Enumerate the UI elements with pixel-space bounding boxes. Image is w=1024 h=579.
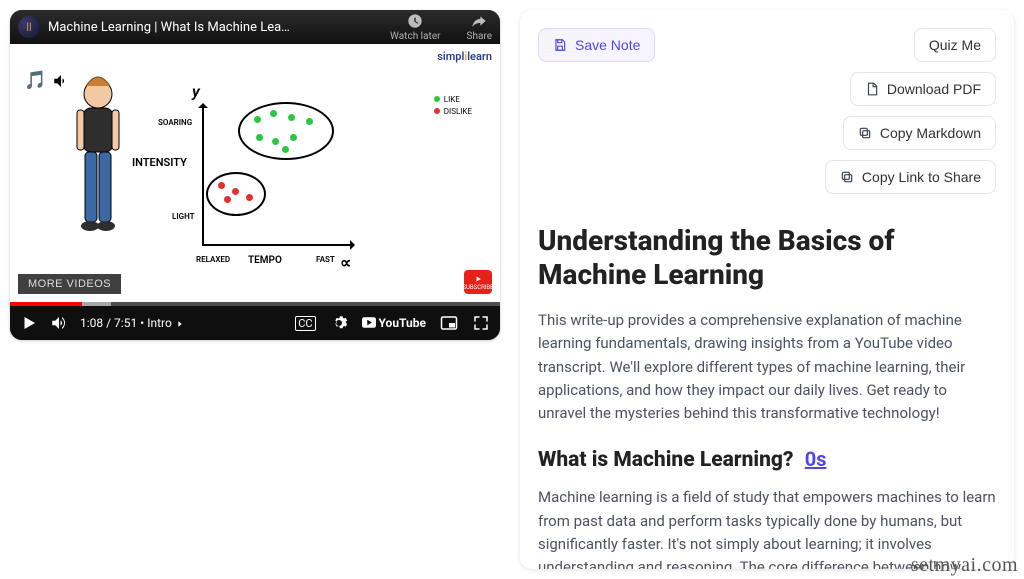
- person-illustration: [68, 74, 128, 264]
- save-icon: [553, 38, 567, 52]
- copy-icon: [858, 126, 872, 140]
- video-player: || Machine Learning | What Is Machine Le…: [10, 10, 500, 340]
- fullscreen-icon[interactable]: [472, 314, 490, 332]
- share-label: Share: [467, 31, 492, 42]
- section-heading: What is Machine Learning? 0s: [538, 447, 996, 472]
- x-sym: ∝: [340, 253, 351, 272]
- gear-icon[interactable]: [330, 314, 348, 332]
- article-lead: This write-up provides a comprehensive e…: [538, 309, 996, 425]
- chevron-right-icon: [175, 319, 185, 329]
- article-title: Understanding the Basics of Machine Lear…: [538, 224, 996, 291]
- legend-dislike: DISLIKE: [444, 107, 472, 116]
- music-icon: 🎵: [24, 70, 70, 91]
- y-tick-mid: INTENSITY: [132, 156, 187, 169]
- youtube-logo[interactable]: YouTube: [362, 316, 426, 330]
- legend-like: LIKE: [444, 95, 460, 104]
- watermark: setmyai.com: [911, 554, 1018, 577]
- more-videos-button[interactable]: MORE VIDEOS: [18, 274, 121, 294]
- save-note-button[interactable]: Save Note: [538, 28, 655, 62]
- plot-legend: LIKE DISLIKE: [434, 94, 472, 118]
- volume-icon[interactable]: [50, 314, 68, 332]
- brand-logo: simplilearn: [437, 50, 492, 63]
- watch-later-label: Watch later: [390, 31, 440, 42]
- notes-panel: Save Note Quiz Me Download PDF Copy Mark…: [520, 10, 1014, 569]
- time-display: 1:08 / 7:51 • Intro: [80, 316, 185, 330]
- copy-link-button[interactable]: Copy Link to Share: [825, 160, 996, 194]
- quiz-me-button[interactable]: Quiz Me: [914, 28, 996, 62]
- y-tick-low: LIGHT: [172, 212, 195, 221]
- video-title: Machine Learning | What Is Machine Lea…: [48, 20, 390, 35]
- captions-button[interactable]: CC: [295, 316, 315, 331]
- channel-avatar[interactable]: ||: [18, 16, 40, 38]
- timestamp-link[interactable]: 0s: [805, 447, 827, 471]
- x-tick-low: RELAXED: [196, 255, 230, 264]
- progress-bar[interactable]: [10, 302, 500, 306]
- miniplayer-icon[interactable]: [440, 314, 458, 332]
- share-button[interactable]: Share: [467, 13, 492, 42]
- video-controls: 1:08 / 7:51 • Intro CC YouTube: [10, 306, 500, 340]
- video-frame[interactable]: simplilearn 🎵 y SOARING I: [10, 44, 500, 302]
- subscribe-label: SUBSCRIBE: [462, 284, 493, 291]
- watch-later-button[interactable]: Watch later: [390, 13, 440, 42]
- file-icon: [865, 82, 879, 96]
- x-axis-label: TEMPO: [248, 255, 282, 266]
- video-header: || Machine Learning | What Is Machine Le…: [10, 10, 500, 44]
- y-tick-high: SOARING: [158, 118, 192, 127]
- copy-icon: [840, 170, 854, 184]
- copy-markdown-button[interactable]: Copy Markdown: [843, 116, 996, 150]
- x-tick-high: FAST: [316, 255, 335, 264]
- subscribe-badge[interactable]: SUBSCRIBE: [464, 270, 492, 294]
- play-icon[interactable]: [20, 314, 38, 332]
- download-pdf-button[interactable]: Download PDF: [850, 72, 996, 106]
- scatter-plot: y SOARING INTENSITY LIGHT RELAXED TEMPO …: [160, 84, 370, 264]
